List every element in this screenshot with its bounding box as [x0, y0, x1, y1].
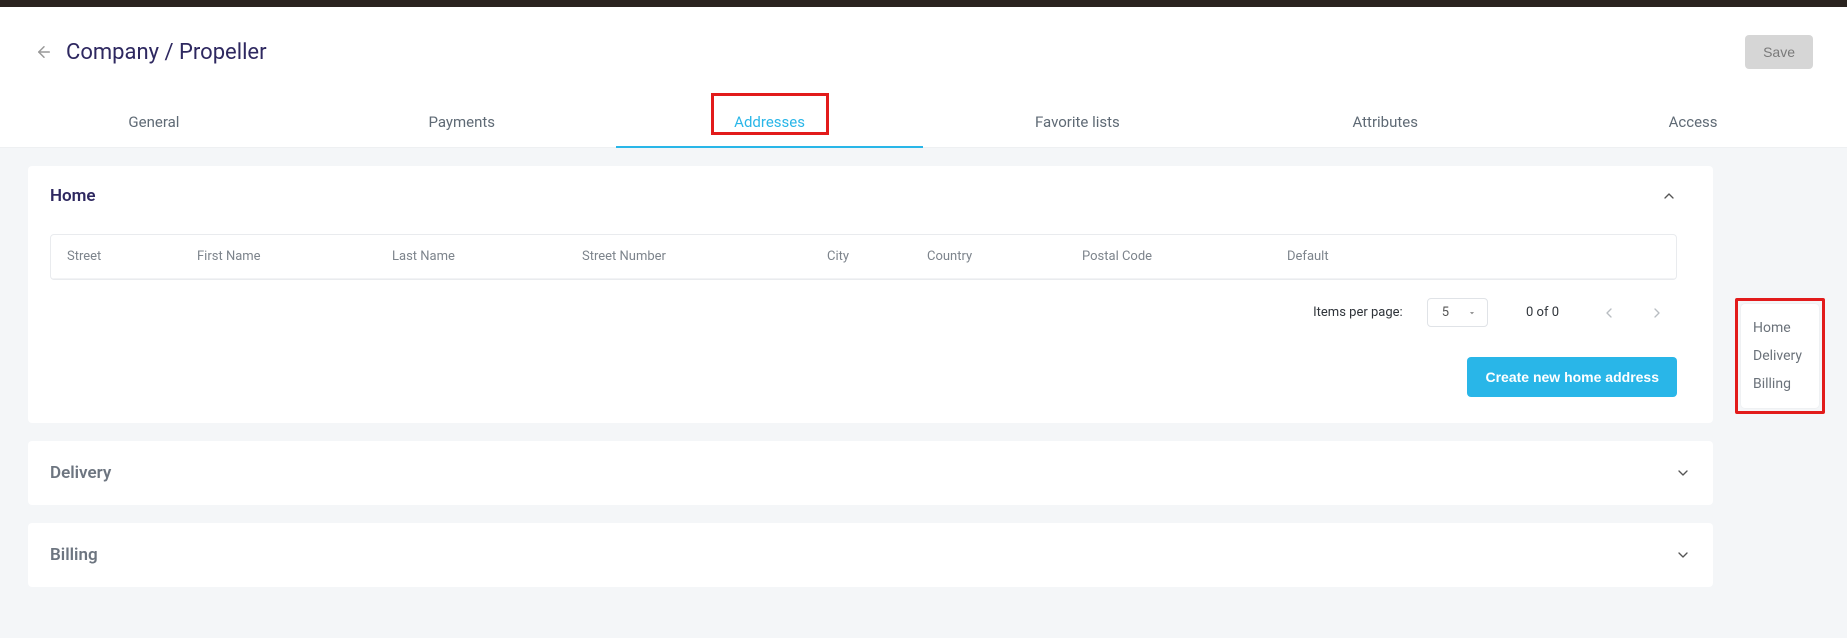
window-topbar — [0, 0, 1847, 7]
section-delivery-title: Delivery — [50, 463, 111, 483]
tab-attributes[interactable]: Attributes — [1231, 97, 1539, 147]
tab-label: Addresses — [734, 113, 805, 131]
tab-label: Favorite lists — [1035, 113, 1120, 131]
side-nav-billing[interactable]: Billing — [1753, 370, 1807, 398]
page-title: Company / Propeller — [66, 40, 267, 65]
prev-page-button[interactable] — [1597, 301, 1621, 325]
chevron-down-icon — [1675, 547, 1691, 563]
section-home-header[interactable]: Home — [50, 186, 1677, 206]
next-page-button[interactable] — [1645, 301, 1669, 325]
items-per-page-select[interactable]: 5 — [1427, 298, 1488, 327]
chevron-left-icon — [1601, 305, 1617, 321]
tab-label: General — [128, 113, 179, 131]
tab-favorite-lists[interactable]: Favorite lists — [923, 97, 1231, 147]
home-addresses-table: Street First Name Last Name Street Numbe… — [50, 234, 1677, 280]
create-new-home-address-button[interactable]: Create new home address — [1467, 357, 1677, 397]
col-country: Country — [927, 249, 1082, 264]
items-per-page-label: Items per page: — [1313, 305, 1403, 320]
side-nav-home[interactable]: Home — [1753, 314, 1807, 342]
chevron-up-icon — [1661, 188, 1677, 204]
side-nav-delivery[interactable]: Delivery — [1753, 342, 1807, 370]
tab-label: Access — [1669, 113, 1718, 131]
section-billing: Billing — [28, 523, 1713, 587]
tab-payments[interactable]: Payments — [308, 97, 616, 147]
tab-access[interactable]: Access — [1539, 97, 1847, 147]
header-left: Company / Propeller — [34, 40, 267, 65]
back-arrow-icon[interactable] — [34, 42, 54, 62]
section-delivery: Delivery — [28, 441, 1713, 505]
pagination-range: 0 of 0 — [1526, 305, 1559, 320]
col-last-name: Last Name — [392, 249, 582, 264]
items-per-page-value: 5 — [1442, 305, 1449, 320]
chevron-down-icon — [1675, 465, 1691, 481]
tab-label: Attributes — [1352, 113, 1418, 131]
col-city: City — [827, 249, 927, 264]
tab-label: Payments — [428, 113, 495, 131]
col-first-name: First Name — [197, 249, 392, 264]
col-street: Street — [67, 249, 197, 264]
page-header: Company / Propeller Save — [0, 7, 1847, 97]
section-billing-header[interactable]: Billing — [50, 543, 1691, 567]
content-area: Home Delivery Billing Home Street First … — [0, 148, 1847, 638]
chevron-down-icon — [1467, 308, 1477, 318]
create-button-row: Create new home address — [50, 331, 1677, 403]
section-home-title: Home — [50, 186, 96, 206]
section-home: Home Street First Name Last Name Street … — [28, 166, 1713, 423]
section-side-nav: Home Delivery Billing — [1741, 304, 1819, 408]
col-street-number: Street Number — [582, 249, 827, 264]
section-delivery-header[interactable]: Delivery — [50, 461, 1691, 485]
tab-general[interactable]: General — [0, 97, 308, 147]
section-billing-title: Billing — [50, 545, 98, 565]
tab-addresses[interactable]: Addresses — [616, 97, 924, 147]
chevron-right-icon — [1649, 305, 1665, 321]
col-postal-code: Postal Code — [1082, 249, 1287, 264]
table-header-row: Street First Name Last Name Street Numbe… — [51, 235, 1676, 279]
col-default: Default — [1287, 249, 1377, 264]
save-button[interactable]: Save — [1745, 35, 1813, 69]
tabs-bar: General Payments Addresses Favorite list… — [0, 97, 1847, 148]
pagination: Items per page: 5 0 of 0 — [50, 280, 1677, 331]
